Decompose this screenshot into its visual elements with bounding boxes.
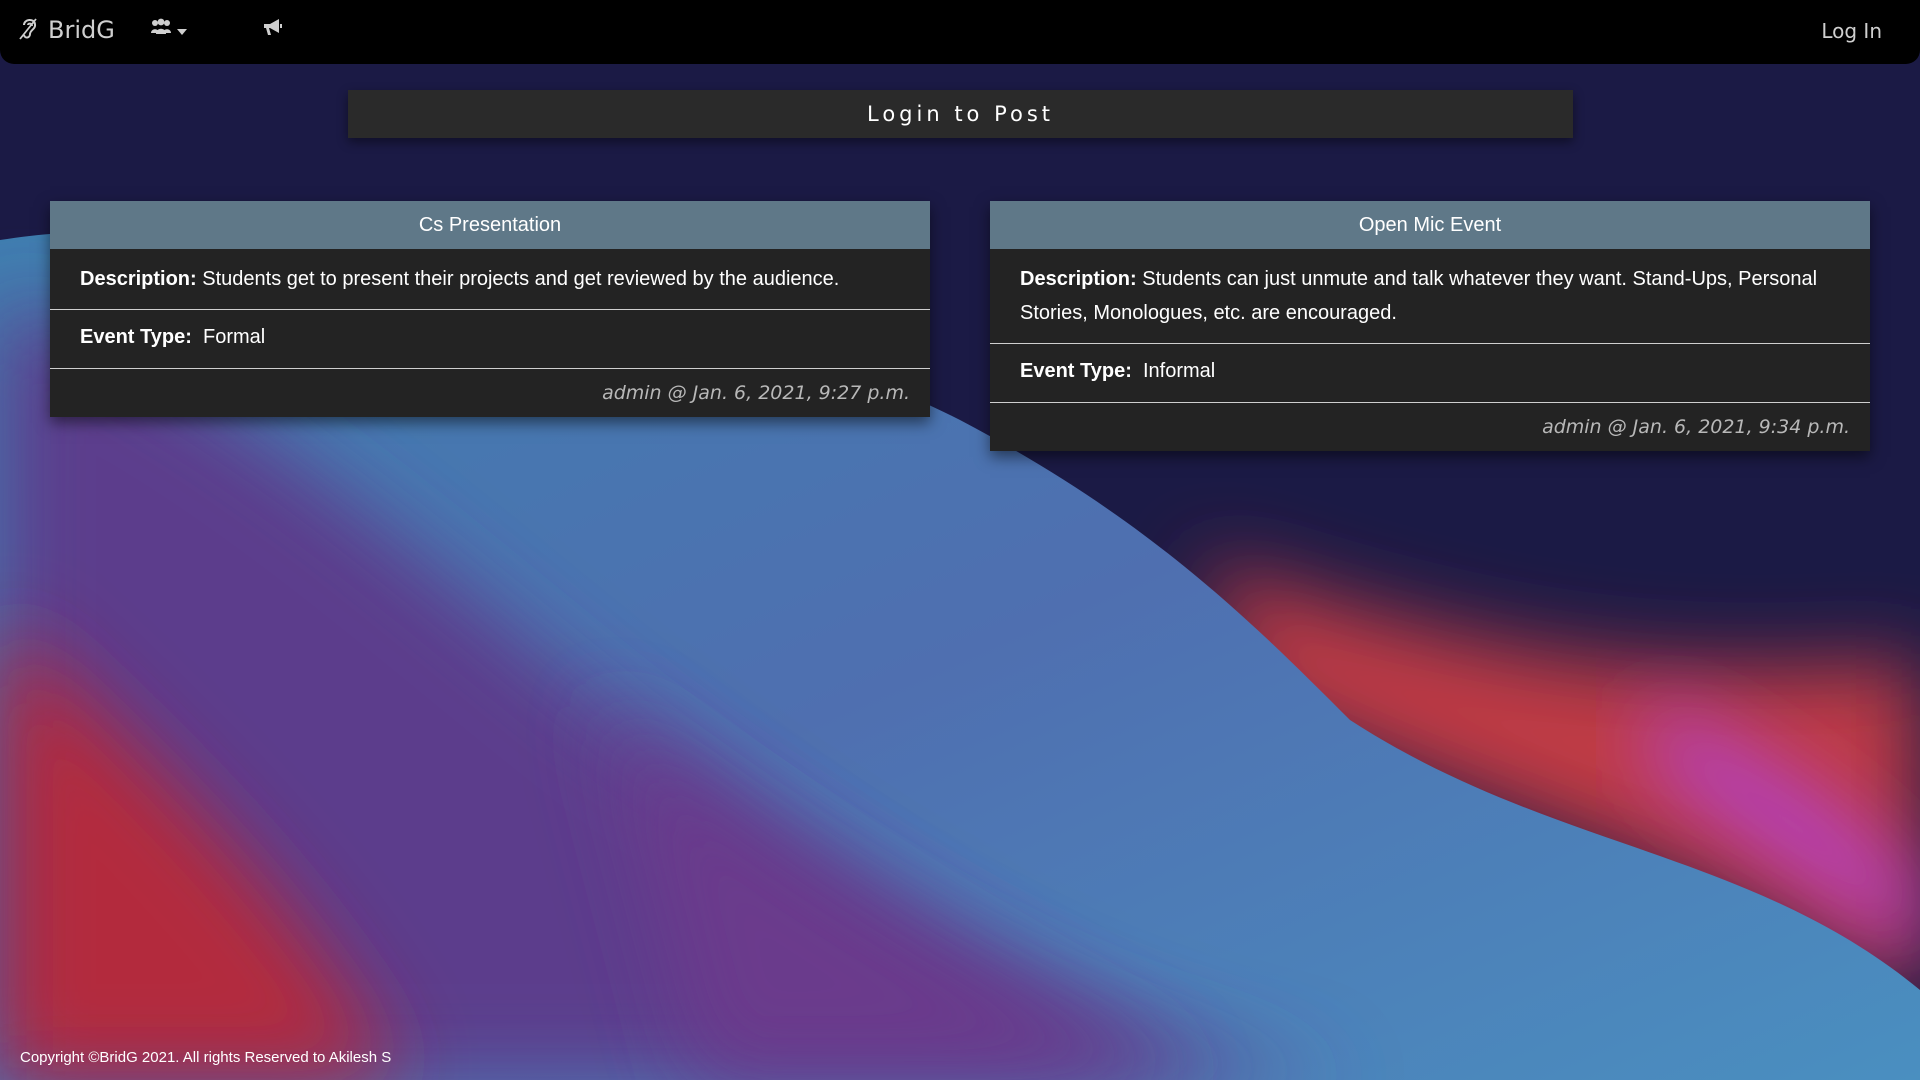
event-type-label: Event Type: [1020, 360, 1132, 382]
login-to-post-button[interactable]: Login to Post [348, 90, 1573, 138]
event-card: Open Mic Event Description: Students can… [990, 201, 1870, 451]
description-text: Students can just unmute and talk whatev… [1020, 268, 1818, 324]
copyright-text: Copyright ©BridG 2021. All rights Reserv… [20, 1049, 392, 1066]
event-description: Description: Students get to present the… [50, 249, 930, 310]
groups-dropdown[interactable] [150, 18, 187, 40]
event-type-value: Informal [1143, 360, 1216, 382]
event-description: Description: Students can just unmute an… [990, 249, 1870, 344]
event-card: Cs Presentation Description: Students ge… [50, 201, 930, 417]
event-type-label: Event Type: [80, 326, 192, 348]
users-icon [150, 18, 172, 40]
event-title[interactable]: Cs Presentation [50, 201, 930, 249]
event-meta: admin @ Jan. 6, 2021, 9:34 p.m. [1542, 416, 1850, 438]
brand-name: BridG [48, 16, 115, 44]
event-type-value: Formal [203, 326, 266, 348]
description-label: Description: [1020, 268, 1137, 290]
event-type: Event Type: Informal [990, 344, 1870, 403]
brand-link[interactable]: BridG [18, 15, 115, 45]
ear-icon [18, 15, 40, 45]
wallpaper-background [0, 0, 1920, 1080]
event-title[interactable]: Open Mic Event [990, 201, 1870, 249]
login-link[interactable]: Log In [1821, 19, 1882, 43]
event-meta: admin @ Jan. 6, 2021, 9:27 p.m. [602, 382, 910, 404]
announcements-link[interactable] [262, 18, 284, 40]
caret-down-icon [177, 20, 187, 39]
bullhorn-icon [262, 18, 284, 40]
description-label: Description: [80, 268, 197, 290]
event-type: Event Type: Formal [50, 310, 930, 369]
description-text: Students get to present their projects a… [202, 268, 840, 290]
top-navbar: BridG Log In [0, 0, 1920, 64]
